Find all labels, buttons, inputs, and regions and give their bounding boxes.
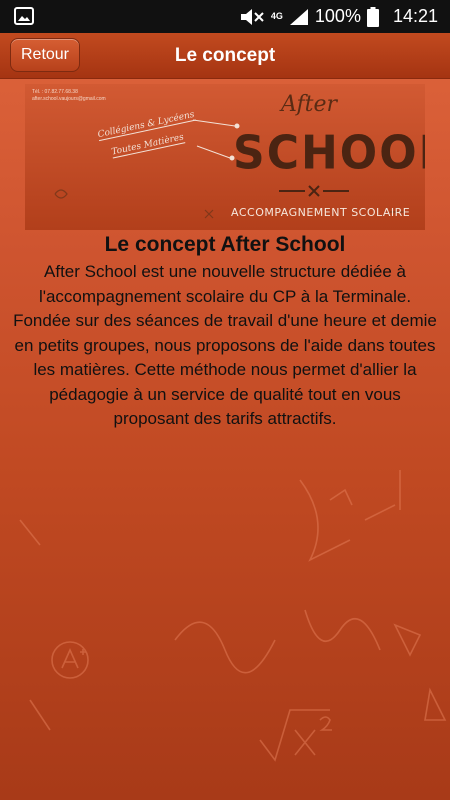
after-school-banner: Tél. : 07.82.77.68.38 after.school.vaujo…: [25, 84, 425, 230]
back-button[interactable]: Retour: [10, 38, 80, 72]
network-type-label: 4G: [270, 11, 283, 21]
concept-content: Le concept After School After School est…: [0, 232, 450, 432]
clock: 14:21: [392, 6, 438, 26]
concept-heading: Le concept After School: [104, 233, 346, 256]
app-screen: 4G 100% 14:21 Le concept Retour Tél. : 0…: [0, 0, 450, 800]
brand-after-text: After: [281, 92, 338, 117]
mute-icon: [240, 8, 264, 25]
concept-body: After School est une nouvelle structure …: [13, 262, 437, 428]
battery-percentage: 100%: [314, 6, 361, 26]
signal-icon: [289, 8, 308, 25]
app-bar: Le concept Retour: [0, 33, 450, 79]
brand-school-text: SCHOOL: [233, 126, 425, 181]
battery-icon: [366, 6, 379, 27]
status-bar: 4G 100% 14:21: [0, 0, 450, 33]
brand-tagline: ACCOMPAGNEMENT SCOLAIRE: [231, 206, 411, 219]
status-icons: 4G 100% 14:21: [239, 0, 438, 33]
image-icon: [14, 7, 34, 25]
pencils-cross-icon: [279, 185, 349, 197]
